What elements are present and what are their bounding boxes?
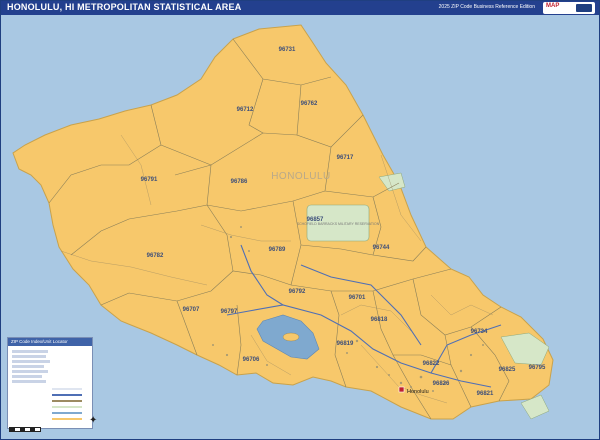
- map-frame: HONOLULU, HI METROPOLITAN STATISTICAL AR…: [0, 0, 600, 440]
- legend-swatch: [52, 388, 82, 390]
- legend-row: [12, 355, 46, 358]
- publisher-logo: MAP: [543, 2, 595, 14]
- logo-mark: MAP: [546, 3, 560, 9]
- county-label: HONOLULU: [271, 171, 331, 182]
- zip-label: 96706: [243, 357, 260, 363]
- legend-swatch: [52, 412, 82, 414]
- legend-row: [12, 360, 50, 363]
- legend-swatch: [52, 418, 82, 420]
- zip-label: 96701: [349, 295, 366, 301]
- map-title: HONOLULU, HI METROPOLITAN STATISTICAL AR…: [7, 2, 242, 12]
- oahu-landmass: [12, 24, 554, 420]
- zip-label: 96782: [147, 253, 164, 259]
- logo-badge-icon: [576, 4, 592, 12]
- legend-row: [12, 350, 48, 353]
- capital-label: Honolulu: [407, 389, 429, 395]
- zip-label: 96731: [279, 47, 296, 53]
- zip-label: 96821: [477, 391, 494, 397]
- legend-swatch: [52, 400, 82, 402]
- zip-label: 96762: [301, 101, 318, 107]
- zip-label: 96857: [307, 217, 324, 223]
- zip-label: 96825: [499, 367, 516, 373]
- title-bar: HONOLULU, HI METROPOLITAN STATISTICAL AR…: [1, 1, 599, 15]
- zip-label: 96822: [423, 361, 440, 367]
- zip-label: 96744: [373, 245, 390, 251]
- legend-swatch: [52, 406, 82, 408]
- zip-label: 96786: [231, 179, 248, 185]
- legend-row: [12, 370, 48, 373]
- zip-label: 96795: [529, 365, 546, 371]
- zip-label: 96792: [289, 289, 306, 295]
- legend-panel: ZIP Code Index/Unit Locator: [7, 337, 93, 429]
- zip-label: 96717: [337, 155, 354, 161]
- legend-row: [12, 380, 46, 383]
- legend-row: [12, 365, 44, 368]
- zip-label: 96712: [237, 107, 254, 113]
- compass-icon: ✦: [89, 415, 98, 426]
- zip-label: 96797: [221, 309, 238, 315]
- zip-label: 96818: [371, 317, 388, 323]
- zip-label: 96707: [183, 307, 200, 313]
- scale-bar: [9, 427, 41, 432]
- harbor-island: [282, 332, 300, 342]
- zip-label: 96734: [471, 329, 488, 335]
- zip-label: 96791: [141, 177, 158, 183]
- zip-label: 96819: [337, 341, 354, 347]
- legend-row: [12, 375, 42, 378]
- legend-swatch: [52, 394, 82, 396]
- zip-label: 96826: [433, 381, 450, 387]
- edition-label: 2025 ZIP Code Business Reference Edition: [438, 4, 535, 10]
- legend-heading: ZIP Code Index/Unit Locator: [8, 338, 92, 346]
- zip-label: 96789: [269, 247, 286, 253]
